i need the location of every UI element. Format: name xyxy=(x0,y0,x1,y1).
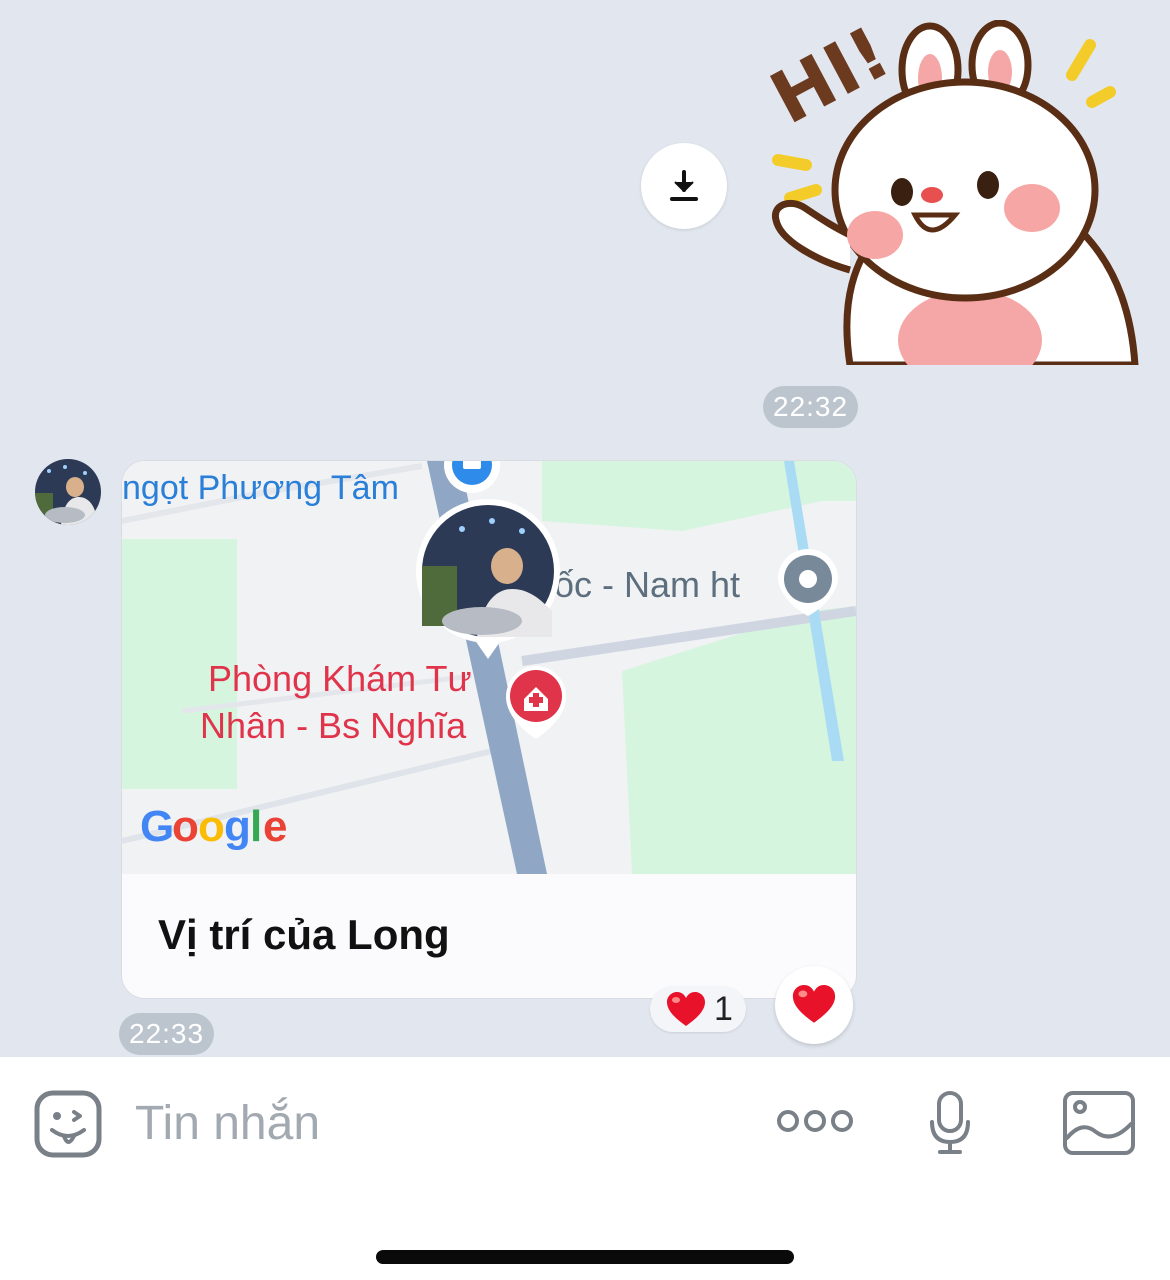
svg-text:g: g xyxy=(224,802,251,851)
location-message-card[interactable]: ngọt Phương Tâm ốc - Nam ht Phòng Khám T… xyxy=(121,460,857,999)
home-indicator[interactable] xyxy=(376,1250,794,1264)
message-composer xyxy=(0,1057,1170,1280)
download-button[interactable] xyxy=(641,143,727,229)
message-time: 22:32 xyxy=(763,386,859,428)
image-gallery-icon[interactable] xyxy=(1062,1090,1136,1156)
message-time: 22:33 xyxy=(119,1013,215,1055)
sender-avatar[interactable] xyxy=(35,459,101,525)
location-map[interactable]: ngọt Phương Tâm ốc - Nam ht Phòng Khám T… xyxy=(122,461,856,874)
reaction-count: 1 xyxy=(714,990,733,1028)
svg-text:o: o xyxy=(172,802,199,851)
map-place-label-top: ngọt Phương Tâm xyxy=(122,469,399,507)
reaction-summary[interactable]: 1 xyxy=(650,986,746,1032)
react-heart-button[interactable] xyxy=(775,966,853,1044)
map-place-label-right: ốc - Nam ht xyxy=(554,564,740,605)
svg-text:e: e xyxy=(263,802,287,851)
location-title: Vị trí của Long xyxy=(158,911,450,958)
svg-text:l: l xyxy=(250,802,262,851)
bunny-hi-sticker[interactable]: HI! xyxy=(757,10,1160,390)
heart-icon xyxy=(667,992,705,1026)
map-clinic-label-line2: Nhân - Bs Nghĩa xyxy=(200,705,467,746)
more-options-icon[interactable] xyxy=(776,1108,854,1134)
google-logo: G o o g l e xyxy=(140,802,287,851)
heart-icon xyxy=(792,985,836,1023)
map-clinic-label-line1: Phòng Khám Tư xyxy=(208,658,472,699)
svg-text:G: G xyxy=(140,802,174,851)
sticker-emoji-icon[interactable] xyxy=(34,1090,102,1158)
message-input[interactable] xyxy=(135,1093,655,1153)
download-icon xyxy=(670,170,698,201)
microphone-icon[interactable] xyxy=(928,1090,972,1156)
svg-text:o: o xyxy=(198,802,225,851)
